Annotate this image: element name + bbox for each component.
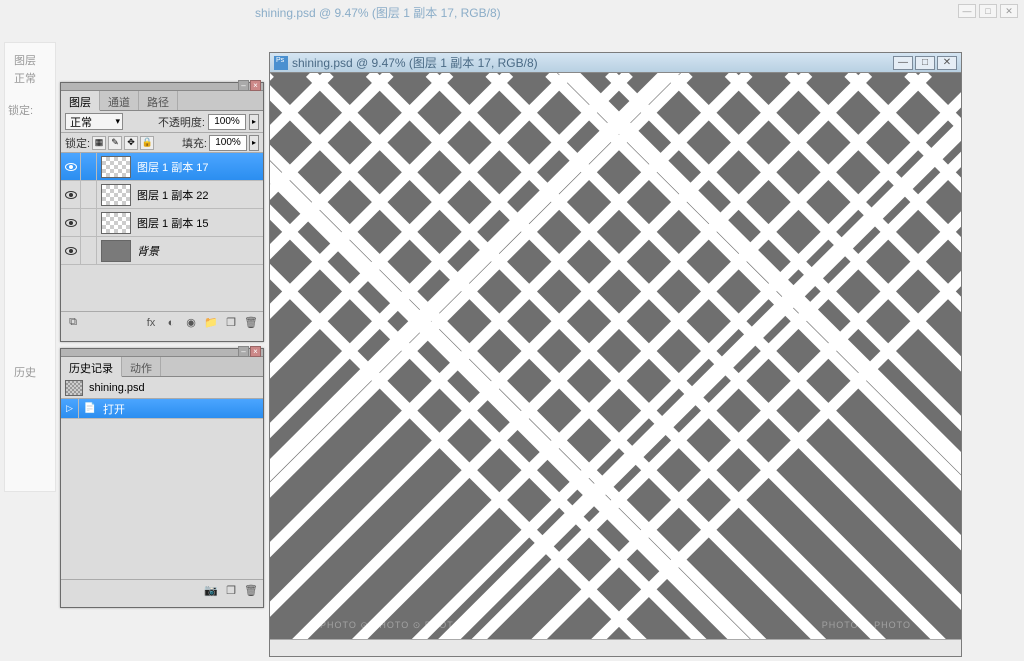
panel-grip[interactable]: – × bbox=[61, 349, 263, 357]
panel-close-button[interactable]: × bbox=[250, 346, 261, 357]
layer-row[interactable]: 图层 1 副本 22 bbox=[61, 181, 263, 209]
history-doc-name: shining.psd bbox=[89, 382, 145, 394]
fx-icon[interactable]: fx bbox=[143, 315, 159, 331]
layer-name[interactable]: 背景 bbox=[135, 243, 263, 259]
lock-position-icon[interactable]: ✥ bbox=[124, 136, 138, 150]
adjustment-icon[interactable]: ◉ bbox=[183, 315, 199, 331]
eye-icon bbox=[65, 191, 77, 199]
ghost-layers-label: 图层 bbox=[14, 52, 36, 68]
history-row[interactable]: ▷ 📄 打开 bbox=[61, 399, 263, 419]
tab-paths[interactable]: 路径 bbox=[139, 91, 178, 110]
history-doc-thumbnail bbox=[65, 380, 83, 396]
lock-transparency-icon[interactable]: ▦ bbox=[92, 136, 106, 150]
layer-name[interactable]: 图层 1 副本 22 bbox=[135, 187, 263, 203]
layer-thumbnail[interactable] bbox=[101, 240, 131, 262]
layers-toolbar-1: 正常 不透明度: ▸ bbox=[61, 111, 263, 133]
layers-panel-tabs: 图层 通道 路径 bbox=[61, 91, 263, 111]
visibility-toggle[interactable] bbox=[61, 181, 81, 208]
layer-row[interactable]: 图层 1 副本 17 bbox=[61, 153, 263, 181]
open-icon: 📄 bbox=[83, 402, 97, 416]
fill-label: 填充: bbox=[182, 135, 207, 151]
ghost-close-icon: ✕ bbox=[1000, 4, 1018, 18]
history-step-name: 打开 bbox=[101, 401, 125, 417]
eye-icon bbox=[65, 163, 77, 171]
layer-name[interactable]: 图层 1 副本 15 bbox=[135, 215, 263, 231]
document-title: shining.psd @ 9.47% (图层 1 副本 17, RGB/8) bbox=[292, 54, 893, 71]
window-maximize-button[interactable]: □ bbox=[915, 56, 935, 70]
document-window: shining.psd @ 9.47% (图层 1 副本 17, RGB/8) … bbox=[269, 52, 962, 657]
layers-panel-footer: ⧉ fx ◐ ◉ 📁 ❐ 🗑 bbox=[61, 311, 263, 333]
eye-icon bbox=[65, 219, 77, 227]
ps-file-icon bbox=[274, 56, 288, 70]
layers-panel: – × 图层 通道 路径 正常 不透明度: ▸ 锁定: ▦ ✎ ✥ 🔒 填充: … bbox=[60, 82, 264, 342]
history-panel-footer: 📷 ❐ 🗑 bbox=[61, 579, 263, 601]
layers-toolbar-2: 锁定: ▦ ✎ ✥ 🔒 填充: ▸ bbox=[61, 133, 263, 153]
ghost-window-buttons: — □ ✕ bbox=[958, 4, 1018, 18]
history-panel: – × 历史记录 动作 shining.psd ▷ 📄 打开 📷 ❐ 🗑 bbox=[60, 348, 264, 608]
ghost-max-icon: □ bbox=[979, 4, 997, 18]
delete-state-icon[interactable]: 🗑 bbox=[243, 583, 259, 599]
eye-icon bbox=[65, 247, 77, 255]
layer-row[interactable]: 图层 1 副本 15 bbox=[61, 209, 263, 237]
layer-list: 图层 1 副本 17 图层 1 副本 22 图层 1 副本 15 背景 bbox=[61, 153, 263, 311]
blend-mode-dropdown[interactable]: 正常 bbox=[65, 113, 123, 130]
layer-thumbnail[interactable] bbox=[101, 156, 131, 178]
document-titlebar[interactable]: shining.psd @ 9.47% (图层 1 副本 17, RGB/8) … bbox=[270, 53, 961, 73]
ghost-history-label: 历史 bbox=[14, 364, 36, 380]
layer-name[interactable]: 图层 1 副本 17 bbox=[135, 159, 263, 175]
layer-thumbnail[interactable] bbox=[101, 212, 131, 234]
opacity-input[interactable] bbox=[208, 114, 246, 130]
lock-label: 锁定: bbox=[65, 135, 90, 151]
link-layers-icon[interactable]: ⧉ bbox=[65, 315, 81, 331]
history-marker[interactable]: ▷ bbox=[61, 399, 79, 418]
tab-layers[interactable]: 图层 bbox=[61, 91, 100, 111]
window-close-button[interactable]: ✕ bbox=[937, 56, 957, 70]
document-canvas[interactable]: PHOTO ⊙ PHOTO ⊙ PHOTO PHOTO ⊙ PHOTO bbox=[270, 73, 961, 639]
panel-minimize-button[interactable]: – bbox=[238, 80, 249, 91]
link-column[interactable] bbox=[81, 181, 97, 208]
new-document-from-state-icon[interactable]: 📷 bbox=[203, 583, 219, 599]
visibility-toggle[interactable] bbox=[61, 209, 81, 236]
group-icon[interactable]: 📁 bbox=[203, 315, 219, 331]
ghost-normal-label: 正常 bbox=[14, 70, 36, 86]
lock-all-icon[interactable]: 🔒 bbox=[140, 136, 154, 150]
ghost-doc-title: shining.psd @ 9.47% (图层 1 副本 17, RGB/8) bbox=[255, 4, 501, 21]
visibility-toggle[interactable] bbox=[61, 153, 81, 180]
visibility-toggle[interactable] bbox=[61, 237, 81, 264]
new-layer-icon[interactable]: ❐ bbox=[223, 315, 239, 331]
canvas-pattern bbox=[270, 73, 961, 639]
ghost-lock-label: 锁定: bbox=[8, 102, 33, 118]
history-list: ▷ 📄 打开 bbox=[61, 399, 263, 579]
opacity-flyout-icon[interactable]: ▸ bbox=[249, 114, 259, 130]
window-minimize-button[interactable]: — bbox=[893, 56, 913, 70]
ghost-min-icon: — bbox=[958, 4, 976, 18]
delete-layer-icon[interactable]: 🗑 bbox=[243, 315, 259, 331]
tab-actions[interactable]: 动作 bbox=[122, 357, 161, 376]
panel-close-button[interactable]: × bbox=[250, 80, 261, 91]
history-panel-tabs: 历史记录 动作 bbox=[61, 357, 263, 377]
tab-channels[interactable]: 通道 bbox=[100, 91, 139, 110]
opacity-label: 不透明度: bbox=[158, 114, 205, 130]
mask-icon[interactable]: ◐ bbox=[163, 315, 179, 331]
link-column[interactable] bbox=[81, 237, 97, 264]
history-document-row[interactable]: shining.psd bbox=[61, 377, 263, 399]
lock-pixels-icon[interactable]: ✎ bbox=[108, 136, 122, 150]
panel-grip[interactable]: – × bbox=[61, 83, 263, 91]
layer-thumbnail[interactable] bbox=[101, 184, 131, 206]
panel-minimize-button[interactable]: – bbox=[238, 346, 249, 357]
fill-flyout-icon[interactable]: ▸ bbox=[249, 135, 259, 151]
link-column[interactable] bbox=[81, 153, 97, 180]
fill-input[interactable] bbox=[209, 135, 247, 151]
horizontal-scrollbar[interactable] bbox=[270, 639, 961, 656]
tab-history[interactable]: 历史记录 bbox=[61, 357, 122, 377]
layer-row[interactable]: 背景 bbox=[61, 237, 263, 265]
link-column[interactable] bbox=[81, 209, 97, 236]
new-snapshot-icon[interactable]: ❐ bbox=[223, 583, 239, 599]
